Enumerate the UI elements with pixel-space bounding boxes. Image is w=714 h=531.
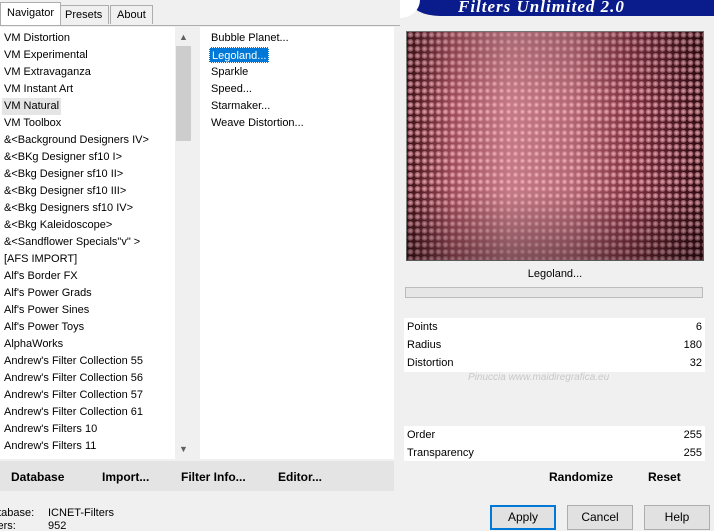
navigator-button-bar: Database Import... Filter Info... Editor… (0, 461, 394, 491)
category-item[interactable]: Alf's Border FX (2, 268, 80, 285)
category-item[interactable]: Andrew's Filter Collection 57 (2, 387, 145, 404)
category-list[interactable]: VM Distortion VM Experimental VM Extravaga… (0, 27, 192, 459)
parameter-row[interactable]: Transparency 255 (404, 444, 705, 462)
parameter-label: Distortion (407, 357, 454, 369)
category-item[interactable]: VM Extravaganza (2, 64, 93, 81)
editor-button[interactable]: Editor... (278, 470, 322, 484)
progress-bar (405, 287, 703, 298)
parameter-row[interactable]: Radius 180 (404, 336, 705, 354)
parameter-label: Radius (407, 339, 442, 351)
parameter-row[interactable]: Points 6 (404, 318, 705, 336)
parameter-value[interactable]: 255 (684, 426, 702, 444)
filter-item[interactable]: Sparkle (209, 64, 250, 80)
status-database-label: atabase: (0, 507, 35, 519)
filter-item[interactable]: Weave Distortion... (209, 115, 306, 131)
status-filters-label: lters: (0, 520, 16, 531)
category-item[interactable]: Alf's Power Sines (2, 302, 91, 319)
help-button[interactable]: Help (644, 505, 710, 530)
filter-list[interactable]: Bubble Planet... Legoland... Sparkle Speed.… (200, 27, 394, 459)
category-item[interactable]: VM Distortion (2, 30, 72, 47)
category-item[interactable]: VM Instant Art (2, 81, 75, 98)
category-item[interactable]: &<Bkg Kaleidoscope> (2, 217, 114, 234)
parameter-value[interactable]: 6 (696, 318, 702, 336)
parameter-label: Transparency (407, 447, 474, 459)
filter-item[interactable]: Bubble Planet... (209, 30, 291, 46)
preview-shading (406, 31, 704, 261)
cancel-button[interactable]: Cancel (567, 505, 633, 530)
status-filters-value: 952 (48, 520, 67, 531)
category-item[interactable]: AlphaWorks (2, 336, 65, 353)
category-item[interactable]: &<Bkg Designer sf10 III> (2, 183, 128, 200)
parameter-label: Points (407, 321, 438, 333)
watermark: Pinuccia www.maidiregrafica.eu (468, 372, 610, 383)
category-item[interactable]: Andrew's Filters 10 (2, 421, 99, 438)
category-item[interactable]: VM Experimental (2, 47, 90, 64)
banner-curve (400, 0, 420, 18)
parameter-value[interactable]: 255 (684, 444, 702, 462)
parameter-value[interactable]: 32 (690, 354, 702, 372)
scroll-up-icon[interactable]: ▲ (175, 29, 192, 46)
filter-item[interactable]: Legoland... (209, 47, 270, 63)
tab-about[interactable]: About (110, 5, 153, 24)
parameter-row[interactable]: Order 255 (404, 426, 705, 444)
filter-info-button[interactable]: Filter Info... (181, 470, 246, 484)
database-button[interactable]: Database (11, 470, 64, 484)
category-item[interactable]: Andrew's Filter Collection 56 (2, 370, 145, 387)
tab-divider (0, 25, 400, 26)
category-item[interactable]: Andrew's Filter Collection 61 (2, 404, 145, 421)
preview-filter-name: Legoland... (527, 268, 583, 280)
category-item[interactable]: Alf's Power Grads (2, 285, 94, 302)
reset-button[interactable]: Reset (648, 470, 681, 484)
category-item[interactable]: &<Bkg Designers sf10 IV> (2, 200, 135, 217)
parameter-label: Order (407, 429, 436, 441)
category-item[interactable]: VM Toolbox (2, 115, 63, 132)
filter-item[interactable]: Speed... (209, 81, 254, 97)
category-item[interactable]: Andrew's Filter Collection 55 (2, 353, 145, 370)
parameter-value[interactable]: 180 (684, 336, 702, 354)
category-item[interactable]: &<Bkg Designer sf10 II> (2, 166, 125, 183)
status-database-value: ICNET-Filters (48, 507, 114, 519)
category-item[interactable]: [AFS IMPORT] (2, 251, 79, 268)
category-item[interactable]: &<Background Designers IV> (2, 132, 151, 149)
category-item[interactable]: &<Sandflower Specials"v" > (2, 234, 142, 251)
scroll-thumb[interactable] (176, 46, 191, 141)
parameter-row[interactable]: Distortion 32 (404, 354, 705, 372)
import-button[interactable]: Import... (102, 470, 149, 484)
preset-button-bar: Randomize Reset (404, 461, 705, 491)
category-item[interactable]: Andrew's Filters 11 (2, 438, 98, 455)
category-item[interactable]: Alf's Power Toys (2, 319, 86, 336)
scroll-down-icon[interactable]: ▼ (175, 441, 192, 458)
tab-navigator[interactable]: Navigator (0, 2, 62, 25)
tab-presets[interactable]: Presets (58, 5, 110, 24)
category-scrollbar[interactable]: ▲ ▼ (175, 27, 192, 459)
tab-strip: Navigator Presets About (0, 0, 410, 26)
category-item[interactable]: VM Natural (2, 98, 62, 115)
randomize-button[interactable]: Randomize (549, 470, 613, 484)
apply-button[interactable]: Apply (490, 505, 556, 530)
app-title: Filters Unlimited 2.0 (458, 0, 625, 16)
filter-item[interactable]: Starmaker... (209, 98, 272, 114)
category-item[interactable]: &<BKg Designer sf10 I> (2, 149, 124, 166)
